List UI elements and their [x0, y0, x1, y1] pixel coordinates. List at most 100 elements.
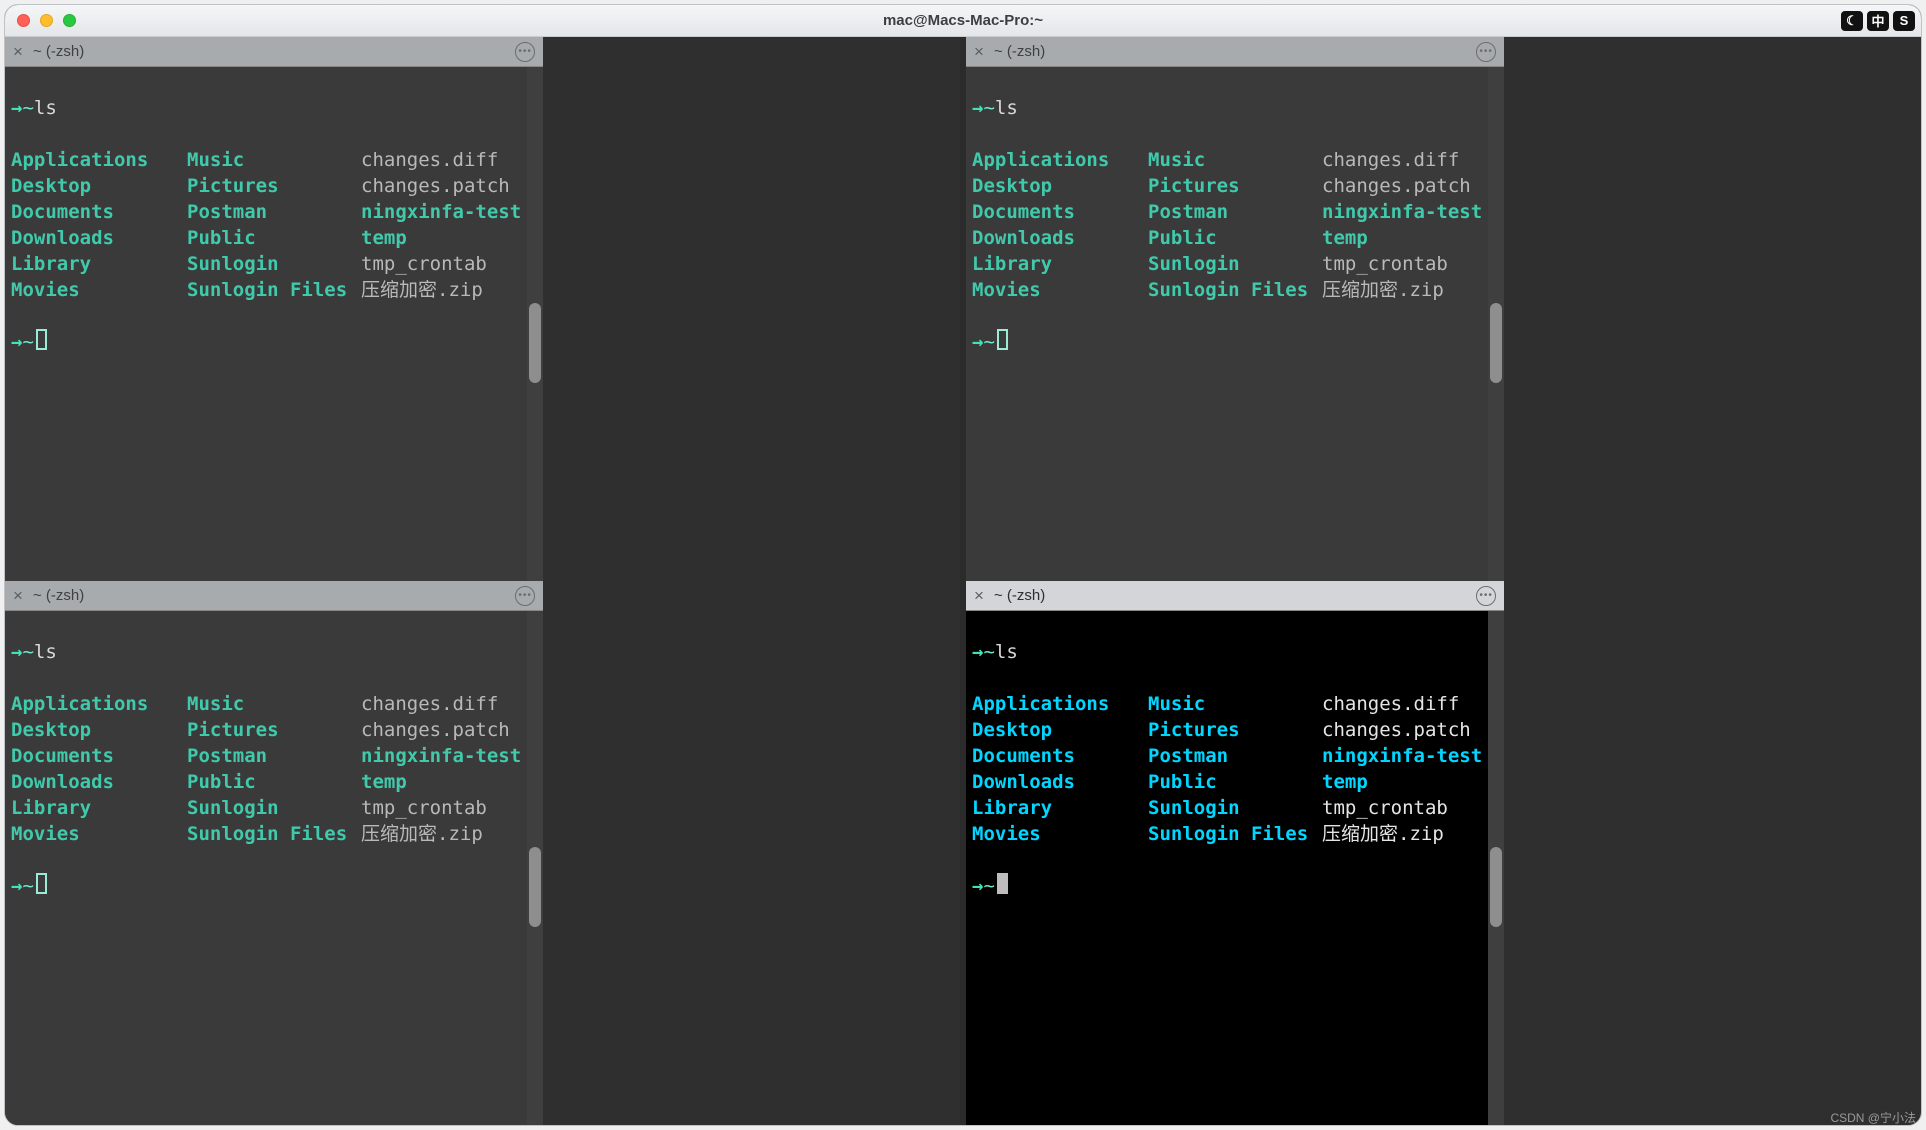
scroll-thumb[interactable]: [529, 303, 541, 383]
tab-bar[interactable]: × ~ (-zsh) •••: [966, 581, 1504, 611]
dir-entry: Movies: [11, 821, 187, 847]
prompt-arrow-icon: →: [11, 873, 22, 899]
dir-entry: Sunlogin Files: [187, 277, 361, 303]
tab-bar[interactable]: × ~ (-zsh) •••: [966, 37, 1504, 67]
dir-entry: Sunlogin: [1148, 795, 1322, 821]
terminal-body[interactable]: → ~ ls ApplicationsMusicchanges.diffDesk…: [5, 611, 527, 1125]
prompt-line: → ~ ls: [972, 95, 1482, 121]
terminal-body[interactable]: → ~ ls ApplicationsMusicchanges.diffDesk…: [966, 67, 1488, 581]
more-icon[interactable]: •••: [515, 586, 535, 606]
dir-entry: Documents: [11, 743, 187, 769]
tab-label[interactable]: ~ (-zsh): [994, 587, 1045, 604]
file-entry: tmp_crontab: [361, 795, 487, 821]
tab-label[interactable]: ~ (-zsh): [994, 43, 1045, 60]
terminal-body[interactable]: → ~ ls ApplicationsMusicchanges.diffDesk…: [966, 611, 1488, 1125]
close-tab-icon[interactable]: ×: [974, 587, 984, 604]
more-icon[interactable]: •••: [1476, 586, 1496, 606]
close-icon[interactable]: [17, 14, 30, 27]
prompt-cwd: ~: [22, 329, 33, 355]
scroll-thumb[interactable]: [1490, 847, 1502, 927]
dir-entry: Applications: [972, 147, 1148, 173]
tab-bar[interactable]: × ~ (-zsh) •••: [5, 581, 543, 611]
prompt-arrow-icon: →: [972, 95, 983, 121]
dir-entry: Downloads: [972, 225, 1148, 251]
dir-entry: Postman: [187, 199, 361, 225]
more-icon[interactable]: •••: [515, 42, 535, 62]
file-entry: temp: [361, 225, 407, 251]
scroll-thumb[interactable]: [529, 847, 541, 927]
close-tab-icon[interactable]: ×: [13, 43, 23, 60]
prompt-command: ls: [995, 95, 1018, 121]
terminal-body[interactable]: → ~ ls ApplicationsMusicchanges.diffDesk…: [5, 67, 527, 581]
dir-entry: Sunlogin: [187, 795, 361, 821]
file-entry: tmp_crontab: [1322, 251, 1448, 277]
zoom-icon[interactable]: [63, 14, 76, 27]
list-row: ApplicationsMusicchanges.diff: [11, 691, 521, 717]
dir-entry: Applications: [972, 691, 1148, 717]
dir-entry: Applications: [11, 147, 187, 173]
dir-entry: Library: [11, 251, 187, 277]
file-entry: ningxinfa-test: [1322, 743, 1482, 769]
cursor: [36, 873, 47, 894]
tab-bar[interactable]: × ~ (-zsh) •••: [5, 37, 543, 67]
dir-entry: Music: [187, 147, 361, 173]
file-entry: tmp_crontab: [1322, 795, 1448, 821]
dir-entry: Postman: [1148, 743, 1322, 769]
watermark: CSDN @宁小法: [1830, 1109, 1916, 1126]
prompt-cwd: ~: [22, 95, 33, 121]
scrollbar[interactable]: [527, 611, 543, 1125]
s-icon[interactable]: S: [1893, 11, 1915, 31]
close-tab-icon[interactable]: ×: [974, 43, 984, 60]
tab-label[interactable]: ~ (-zsh): [33, 587, 84, 604]
titlebar[interactable]: mac@Macs-Mac-Pro:~ ☾ 中 S: [5, 5, 1921, 37]
file-entry: changes.patch: [1322, 717, 1471, 743]
dir-entry: Postman: [187, 743, 361, 769]
list-row: MoviesSunlogin Files压缩加密.zip: [972, 277, 1482, 303]
prompt-arrow-icon: →: [972, 873, 983, 899]
dir-entry: Sunlogin Files: [1148, 821, 1322, 847]
dir-entry: Music: [1148, 691, 1322, 717]
file-entry: ningxinfa-test: [361, 199, 521, 225]
prompt-line: → ~: [972, 873, 1482, 899]
dir-entry: Library: [972, 795, 1148, 821]
dir-entry: Desktop: [11, 717, 187, 743]
dir-entry: Movies: [972, 821, 1148, 847]
dir-entry: Sunlogin: [187, 251, 361, 277]
dir-entry: Desktop: [972, 173, 1148, 199]
ime-icon[interactable]: 中: [1867, 11, 1889, 31]
list-row: DocumentsPostmanningxinfa-test: [11, 199, 521, 225]
list-row: MoviesSunlogin Files压缩加密.zip: [11, 277, 521, 303]
list-row: MoviesSunlogin Files压缩加密.zip: [972, 821, 1482, 847]
scrollbar[interactable]: [1488, 67, 1504, 581]
list-row: DocumentsPostmanningxinfa-test: [972, 199, 1482, 225]
file-entry: changes.diff: [361, 147, 498, 173]
dir-entry: Movies: [11, 277, 187, 303]
scroll-thumb[interactable]: [1490, 303, 1502, 383]
prompt-cwd: ~: [983, 873, 994, 899]
file-entry: temp: [1322, 225, 1368, 251]
file-entry: temp: [1322, 769, 1368, 795]
scrollbar[interactable]: [527, 67, 543, 581]
scrollbar[interactable]: [1488, 611, 1504, 1125]
terminal-window: mac@Macs-Mac-Pro:~ ☾ 中 S × ~ (-zsh) ••• …: [4, 4, 1922, 1126]
file-entry: tmp_crontab: [361, 251, 487, 277]
list-row: DownloadsPublictemp: [11, 225, 521, 251]
tab-label[interactable]: ~ (-zsh): [33, 43, 84, 60]
dir-entry: Documents: [972, 743, 1148, 769]
prompt-command: ls: [995, 639, 1018, 665]
dir-entry: Downloads: [11, 225, 187, 251]
moon-icon[interactable]: ☾: [1841, 11, 1863, 31]
cursor: [997, 329, 1008, 350]
prompt-line: → ~ ls: [972, 639, 1482, 665]
prompt-command: ls: [34, 95, 57, 121]
more-icon[interactable]: •••: [1476, 42, 1496, 62]
close-tab-icon[interactable]: ×: [13, 587, 23, 604]
minimize-icon[interactable]: [40, 14, 53, 27]
dir-entry: Sunlogin Files: [1148, 277, 1322, 303]
prompt-cwd: ~: [983, 95, 994, 121]
list-row: DownloadsPublictemp: [972, 769, 1482, 795]
list-row: DownloadsPublictemp: [972, 225, 1482, 251]
dir-entry: Downloads: [11, 769, 187, 795]
dir-entry: Documents: [11, 199, 187, 225]
list-row: DesktopPictureschanges.patch: [972, 173, 1482, 199]
